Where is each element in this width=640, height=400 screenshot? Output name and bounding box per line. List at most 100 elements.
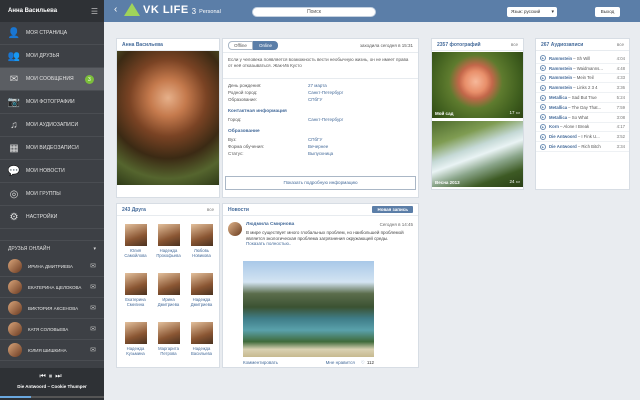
nav-settings[interactable]: ⚙ Настройки: [0, 206, 104, 229]
info-value[interactable]: Вечернее: [308, 143, 328, 150]
info-value[interactable]: СПбГУ: [308, 96, 322, 103]
info-value[interactable]: 27 марта: [308, 82, 327, 89]
heart-icon[interactable]: ♡: [361, 360, 365, 366]
next-icon[interactable]: ⏭: [55, 373, 64, 380]
menu-icon[interactable]: ☰: [91, 7, 98, 16]
show-full-link[interactable]: Показать полностью..: [246, 241, 291, 246]
nav-my-video[interactable]: ▦ Мои видеозаписи: [0, 137, 104, 160]
nav-my-friends[interactable]: 👥 Мои друзья: [0, 45, 104, 68]
nav-my-audio[interactable]: ♫ Мои аудиозаписи: [0, 114, 104, 137]
nav-my-news[interactable]: 💬 Мои новости: [0, 160, 104, 183]
track-row[interactable]: ▶ Rammstein – Mein Teil 4:33: [536, 74, 629, 84]
language-select[interactable]: Язык: русский: [507, 7, 557, 17]
info-value[interactable]: Выпускница: [308, 150, 333, 157]
avatar[interactable]: [124, 322, 147, 344]
friend-card[interactable]: Ирина Дмитриева: [152, 273, 185, 322]
friend-card[interactable]: Надежда Прокофьева: [152, 224, 185, 273]
envelope-icon[interactable]: ✉: [90, 262, 96, 270]
play-icon[interactable]: ▶: [540, 114, 546, 121]
track-row[interactable]: ▶ Metallica – Sad But True 5:24: [536, 93, 629, 103]
toggle-online[interactable]: Online: [252, 41, 278, 50]
envelope-icon[interactable]: ✉: [90, 283, 96, 291]
online-friends-header[interactable]: Друзья онлайн ▾: [0, 240, 104, 256]
play-icon[interactable]: ▶: [540, 84, 546, 91]
nav-my-photos[interactable]: 📷 Мои фотографии: [0, 91, 104, 114]
online-friend[interactable]: Виктория Аксенова ✉: [0, 298, 104, 319]
track-artist[interactable]: Korn: [549, 124, 559, 129]
track-artist[interactable]: Die Antwoord: [549, 144, 577, 149]
friend-card[interactable]: Любовь Новикова: [185, 224, 218, 273]
track-row[interactable]: ▶ Rammstein – Links 2 3 4 3:36: [536, 83, 629, 94]
track-artist[interactable]: Rammstein: [549, 66, 572, 71]
friends-all-link[interactable]: все: [207, 207, 214, 212]
track-artist[interactable]: Metallica: [549, 115, 567, 120]
photos-all-link[interactable]: все: [511, 42, 518, 47]
avatar[interactable]: [157, 273, 180, 295]
online-friend[interactable]: Екатерина Щелокова ✉: [0, 277, 104, 298]
photos-title[interactable]: 2357 фотографий: [437, 42, 481, 48]
envelope-icon[interactable]: ✉: [90, 325, 96, 333]
avatar[interactable]: [190, 224, 213, 246]
track-artist[interactable]: Die Antwoord: [549, 134, 577, 139]
avatar[interactable]: [157, 322, 180, 344]
play-icon[interactable]: ▶: [540, 143, 546, 150]
avatar[interactable]: [124, 224, 147, 246]
track-artist[interactable]: Metallica: [549, 95, 567, 100]
envelope-icon[interactable]: ✉: [90, 346, 96, 354]
profile-photo[interactable]: [117, 51, 219, 185]
friend-card[interactable]: Юлия Самойлова: [119, 224, 152, 273]
friend-card[interactable]: Надежда Кузьмина: [119, 322, 152, 371]
envelope-icon[interactable]: ✉: [90, 304, 96, 312]
friend-card[interactable]: Надежда Васильева: [185, 322, 218, 371]
logout-button[interactable]: Выход: [595, 7, 620, 17]
online-friend[interactable]: Ирина Дмитриева ✉: [0, 256, 104, 277]
nav-my-page[interactable]: 👤 Моя страница: [0, 22, 104, 45]
audio-title[interactable]: 267 Аудиозаписи: [541, 42, 583, 48]
avatar[interactable]: [190, 273, 213, 295]
track-row[interactable]: ▶ Rammstein – Sh Will 4:04: [536, 54, 629, 64]
track-row[interactable]: ▶ Metallica – The Day That... 7:59: [536, 103, 629, 113]
back-arrow-icon[interactable]: ‹: [114, 4, 117, 15]
avatar[interactable]: [124, 273, 147, 295]
track-artist[interactable]: Metallica: [549, 105, 567, 110]
friend-card[interactable]: Екатерина Смелина: [119, 273, 152, 322]
play-icon[interactable]: ▶: [540, 123, 546, 130]
friend-card[interactable]: Маргарита Петрова: [152, 322, 185, 371]
play-icon[interactable]: ▶: [540, 94, 546, 101]
track-row[interactable]: ▶ Korn – Alone I Break 4:17: [536, 123, 629, 133]
play-icon[interactable]: ▶: [540, 65, 546, 72]
track-row[interactable]: ▶ Rammstein – Waidmanns... 4:48: [536, 64, 629, 74]
new-post-button[interactable]: Новая запись: [372, 206, 413, 213]
toggle-offline[interactable]: Offline: [228, 41, 253, 50]
like-link[interactable]: Мне нравится: [326, 360, 355, 366]
show-more-button[interactable]: Показать подробную информацию: [225, 176, 416, 190]
photo-thumb[interactable]: Мой сад 17 ▭: [432, 52, 523, 118]
track-row[interactable]: ▶ Die Antwoord – I Fink U... 3:52: [536, 132, 629, 143]
avatar[interactable]: [228, 222, 242, 236]
avatar[interactable]: [157, 224, 180, 246]
friend-card[interactable]: Надежда Дмитриева: [185, 273, 218, 322]
post-image[interactable]: [243, 261, 374, 357]
play-icon[interactable]: ▶: [540, 104, 546, 111]
online-friend[interactable]: Катя Соловьева ✉: [0, 319, 104, 340]
play-icon[interactable]: ▶: [540, 55, 546, 62]
friends-title[interactable]: 243 Друга: [122, 207, 146, 213]
audio-all-link[interactable]: все: [617, 42, 624, 47]
info-value[interactable]: СПбГУ: [308, 136, 322, 143]
info-value[interactable]: Санкт-Петербург: [308, 89, 343, 96]
photo-thumb[interactable]: Весна 2013 24 ▭: [432, 121, 523, 187]
online-friend[interactable]: Юлия Шишкина ✉: [0, 340, 104, 361]
track-artist[interactable]: Rammstein: [549, 85, 572, 90]
track-row[interactable]: ▶ Metallica – So What 3:08: [536, 113, 629, 123]
track-artist[interactable]: Rammstein: [549, 56, 572, 61]
comment-link[interactable]: Комментировать: [243, 360, 278, 366]
player-progress[interactable]: [0, 396, 104, 398]
play-icon[interactable]: ▶: [540, 74, 546, 81]
track-artist[interactable]: Rammstein: [549, 75, 572, 80]
play-icon[interactable]: ▶: [540, 133, 546, 140]
nav-my-messages[interactable]: ✉ Мои сообщения 3: [0, 68, 104, 91]
track-row[interactable]: ▶ Die Antwoord – Rich Bitch 3:34: [536, 142, 629, 152]
nav-my-groups[interactable]: ◎ Мои группы: [0, 183, 104, 206]
previous-icon[interactable]: ⏮: [39, 373, 48, 380]
avatar[interactable]: [190, 322, 213, 344]
